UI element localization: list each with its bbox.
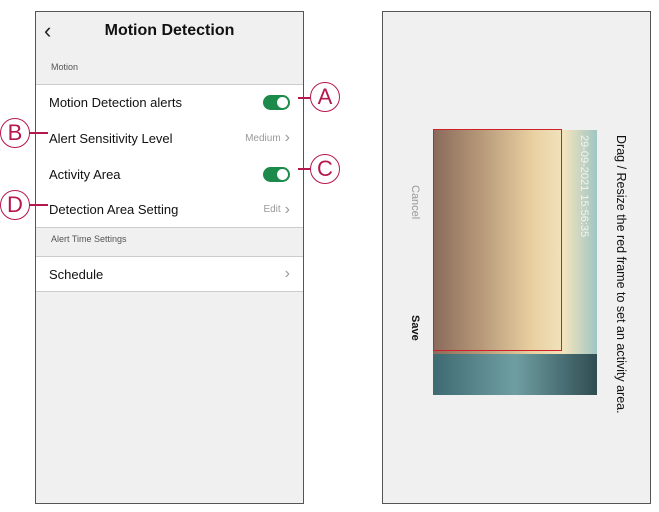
callout-b: B [0,118,30,148]
callout-line [28,132,48,134]
row-schedule[interactable]: Schedule › [36,256,303,292]
row-label: Motion Detection alerts [49,95,182,110]
page-title: Motion Detection [104,22,235,39]
row-value: Edit [263,204,281,215]
save-button[interactable]: Save [409,315,421,341]
row-motion-alerts: Motion Detection alerts [36,84,303,120]
chevron-right-icon: › [284,265,290,282]
row-activity-area: Activity Area [36,156,303,192]
timestamp: 29-09-2021 15:56:35 [578,135,590,238]
row-sensitivity[interactable]: Alert Sensitivity Level Medium › [36,120,303,156]
callout-a: A [310,82,340,112]
row-label: Activity Area [49,166,121,182]
activity-area-frame[interactable] [433,129,562,351]
section-motion: Motion [51,62,79,72]
row-label: Schedule [49,266,104,282]
callout-line [298,168,310,170]
activity-area-toggle[interactable] [263,166,290,182]
camera-preview-strip [433,354,597,395]
row-label: Alert Sensitivity Level [49,130,173,146]
cancel-button[interactable]: Cancel [409,185,421,219]
chevron-right-icon: › [284,129,290,146]
row-label: Detection Area Setting [49,202,179,217]
callout-c: C [310,154,340,184]
callout-d: D [0,190,30,220]
motion-detection-screen: ‹ Motion Detection Motion Motion Detecti… [35,11,304,504]
section-alert-time: Alert Time Settings [51,234,127,244]
motion-alerts-toggle[interactable] [263,95,290,110]
callout-line [28,204,48,206]
row-value: Medium [245,132,281,144]
callout-line [298,97,310,99]
instruction-text: Drag / Resize the red frame to set an ac… [614,135,628,414]
chevron-right-icon: › [284,200,290,218]
